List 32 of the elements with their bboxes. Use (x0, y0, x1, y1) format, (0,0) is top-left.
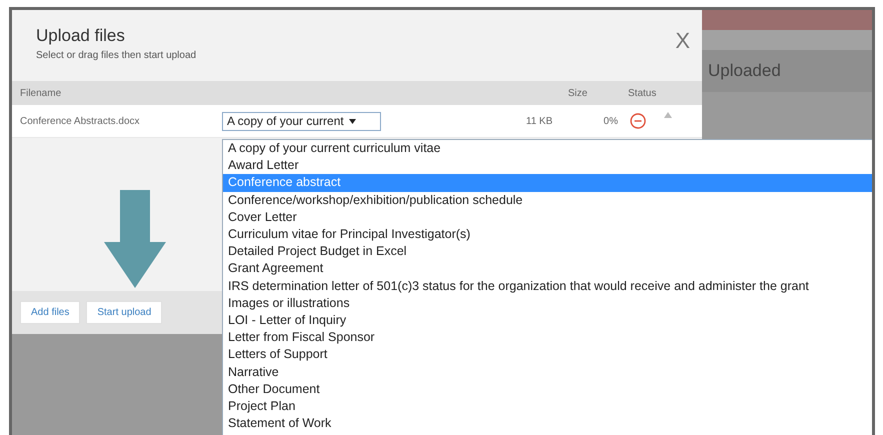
dropdown-option[interactable]: Grant Agreement (223, 260, 872, 278)
dropdown-option[interactable]: Award Letter (223, 157, 872, 174)
remove-icon[interactable] (630, 113, 646, 129)
file-name: Conference Abstracts.docx (20, 116, 141, 126)
dropdown-option[interactable]: Letter from Fiscal Sponsor (223, 329, 872, 346)
dropdown-option[interactable]: Letters of Support (223, 346, 872, 364)
dropdown-option[interactable]: Images or illustrations (223, 294, 872, 312)
footer-button[interactable]: Add files (20, 301, 80, 324)
down-arrow-icon (104, 190, 166, 288)
dropdown-option[interactable]: Narrative (223, 364, 872, 381)
upload-status: 0% (602, 116, 618, 126)
column-header: Status (628, 88, 658, 98)
type-select[interactable]: A copy of your current (222, 112, 381, 130)
footer-button[interactable]: Start upload (86, 301, 162, 324)
dropdown-option[interactable]: Curriculum vitae for Principal Investigator(s) (223, 226, 872, 244)
column-header: Filename (20, 88, 62, 98)
dropdown-option[interactable]: Detailed Project Budget in Excel (223, 243, 872, 260)
dropdown-option[interactable]: A copy of your current curriculum vitae (223, 140, 872, 158)
close-button[interactable]: X (675, 28, 690, 54)
column-header: Size (568, 88, 588, 98)
caret-icon (349, 119, 356, 124)
dropdown-option[interactable]: Other Document (223, 380, 872, 398)
file-size: 11 KB (526, 116, 554, 126)
dropdown-option[interactable]: IRS determination letter of 501(c)3 status for the organization that would receive and administer the grant (223, 278, 872, 295)
panel-heading: Uploaded (702, 50, 872, 92)
dropdown-option[interactable]: LOI - Letter of Inquiry (223, 312, 872, 330)
dropdown-option[interactable]: Statement of Work (223, 415, 872, 432)
dropdown-option[interactable]: Cover Letter (223, 208, 872, 226)
dialog-title: Upload files (36, 26, 126, 46)
dropdown-option[interactable]: Conference/workshop/exhibition/publication schedule (223, 192, 872, 209)
dropdown-option[interactable]: Project Plan (223, 398, 872, 416)
dialog-subtitle: Select or drag files then start upload (36, 50, 196, 61)
